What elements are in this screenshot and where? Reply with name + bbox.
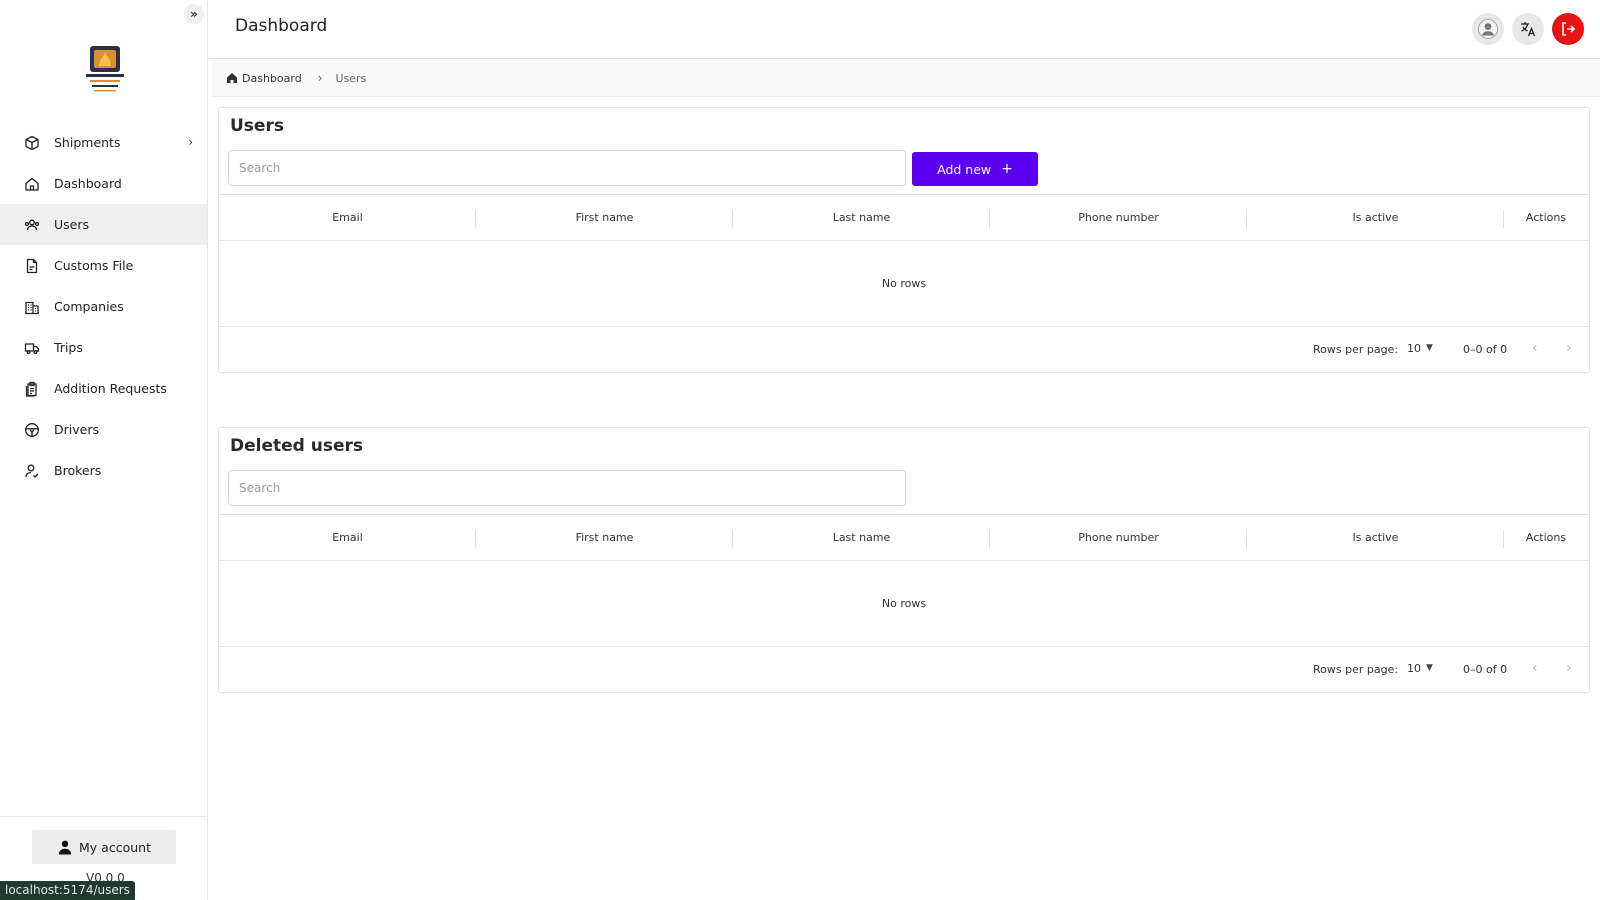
sidebar-item-label: Addition Requests [54,381,167,396]
users-section-title: Users [230,116,284,136]
sidebar-nav: Shipments › Dashboard Users Customs File [0,122,207,491]
previous-page-button[interactable]: ‹ [1532,340,1538,356]
home-icon [227,73,237,83]
sidebar-item-companies[interactable]: Companies [0,286,207,327]
add-new-button[interactable]: Add new + [912,152,1038,186]
deleted-users-table-header: Email First name Last name Phone number … [219,514,1589,561]
column-header-last-name[interactable]: Last name [733,515,990,560]
deleted-users-card: Deleted users Email First name Last name… [218,427,1590,693]
breadcrumb-current: Users [335,71,367,85]
sidebar-item-trips[interactable]: Trips [0,327,207,368]
deleted-users-pagination: Rows per page: 10 ▼ 0–0 of 0 ‹ › [219,647,1589,692]
users-pagination: Rows per page: 10 ▼ 0–0 of 0 ‹ › [219,327,1589,372]
add-new-label: Add new [937,161,992,177]
column-header-is-active[interactable]: Is active [1247,515,1504,560]
sidebar-item-shipments[interactable]: Shipments › [0,122,207,163]
sidebar-item-users[interactable]: Users [0,204,207,245]
sidebar-item-label: Customs File [54,258,134,273]
column-header-first-name[interactable]: First name [476,195,733,240]
users-table-header: Email First name Last name Phone number … [219,194,1589,241]
sidebar: » Shipments › Dashboard Users Customs Fi… [0,0,208,900]
pagination-range: 0–0 of 0 [1463,343,1508,356]
clipboard-icon [24,381,40,397]
status-bar-url: localhost:5174/users [0,881,135,900]
users-icon [24,217,40,233]
translate-icon [1521,22,1536,37]
sidebar-item-drivers[interactable]: Drivers [0,409,207,450]
users-search-input[interactable] [228,150,906,186]
user-avatar-icon [1478,19,1498,39]
caret-down-icon[interactable]: ▼ [1426,343,1433,353]
rows-per-page-select[interactable]: 10 [1407,342,1421,355]
column-header-actions: Actions [1525,211,1567,224]
language-button[interactable] [1512,13,1544,45]
column-header-email[interactable]: Email [219,515,476,560]
plus-icon: + [1001,161,1013,177]
column-header-phone-number[interactable]: Phone number [990,195,1247,240]
next-page-button[interactable]: › [1566,340,1572,356]
my-account-label: My account [79,839,151,855]
column-header-email[interactable]: Email [219,195,476,240]
sidebar-collapse-button[interactable]: » [184,4,204,24]
building-icon [24,299,40,315]
sidebar-item-label: Trips [54,340,83,355]
file-icon [24,258,40,274]
rows-per-page-label: Rows per page: [1313,663,1399,676]
breadcrumb: Dashboard › Users [212,60,1600,97]
steering-wheel-icon [24,422,40,438]
sidebar-item-label: Companies [54,299,124,314]
deleted-users-search-input[interactable] [228,470,906,506]
deleted-users-empty-state: No rows [219,561,1589,647]
profile-button[interactable] [1472,13,1504,45]
home-icon [24,176,40,192]
next-page-button[interactable]: › [1566,660,1572,676]
column-header-first-name[interactable]: First name [476,515,733,560]
chevron-right-icon: › [188,135,193,149]
sidebar-item-label: Dashboard [54,176,122,191]
logout-icon [1562,22,1576,36]
pagination-range: 0–0 of 0 [1463,663,1508,676]
box-icon [24,135,40,151]
caret-down-icon[interactable]: ▼ [1426,663,1433,673]
sidebar-item-label: Shipments [54,135,121,150]
column-header-is-active[interactable]: Is active [1247,195,1504,240]
chevron-right-icon: › [317,71,323,85]
my-account-button[interactable]: My account [32,830,176,864]
double-chevron-right-icon: » [190,7,198,21]
sidebar-item-addition-requests[interactable]: Addition Requests [0,368,207,409]
user-icon [58,840,72,855]
company-logo [82,40,128,96]
top-header: Dashboard [208,0,1600,59]
deleted-users-section-title: Deleted users [230,436,363,456]
column-header-last-name[interactable]: Last name [733,195,990,240]
users-empty-state: No rows [219,241,1589,327]
user-check-icon [24,463,40,479]
truck-icon [24,340,40,356]
sidebar-item-label: Drivers [54,422,99,437]
users-card: Users Add new + Email First name Last na… [218,107,1590,373]
rows-per-page-label: Rows per page: [1313,343,1399,356]
rows-per-page-select[interactable]: 10 [1407,662,1421,675]
sidebar-item-label: Brokers [54,463,102,478]
column-header-phone-number[interactable]: Phone number [990,515,1247,560]
previous-page-button[interactable]: ‹ [1532,660,1538,676]
breadcrumb-home-link[interactable]: Dashboard [242,72,302,85]
sidebar-item-brokers[interactable]: Brokers [0,450,207,491]
sidebar-item-label: Users [54,217,90,232]
column-header-actions: Actions [1525,531,1567,544]
sidebar-item-dashboard[interactable]: Dashboard [0,163,207,204]
page-title: Dashboard [235,16,328,36]
sidebar-item-customs-file[interactable]: Customs File [0,245,207,286]
logout-button[interactable] [1552,13,1584,45]
